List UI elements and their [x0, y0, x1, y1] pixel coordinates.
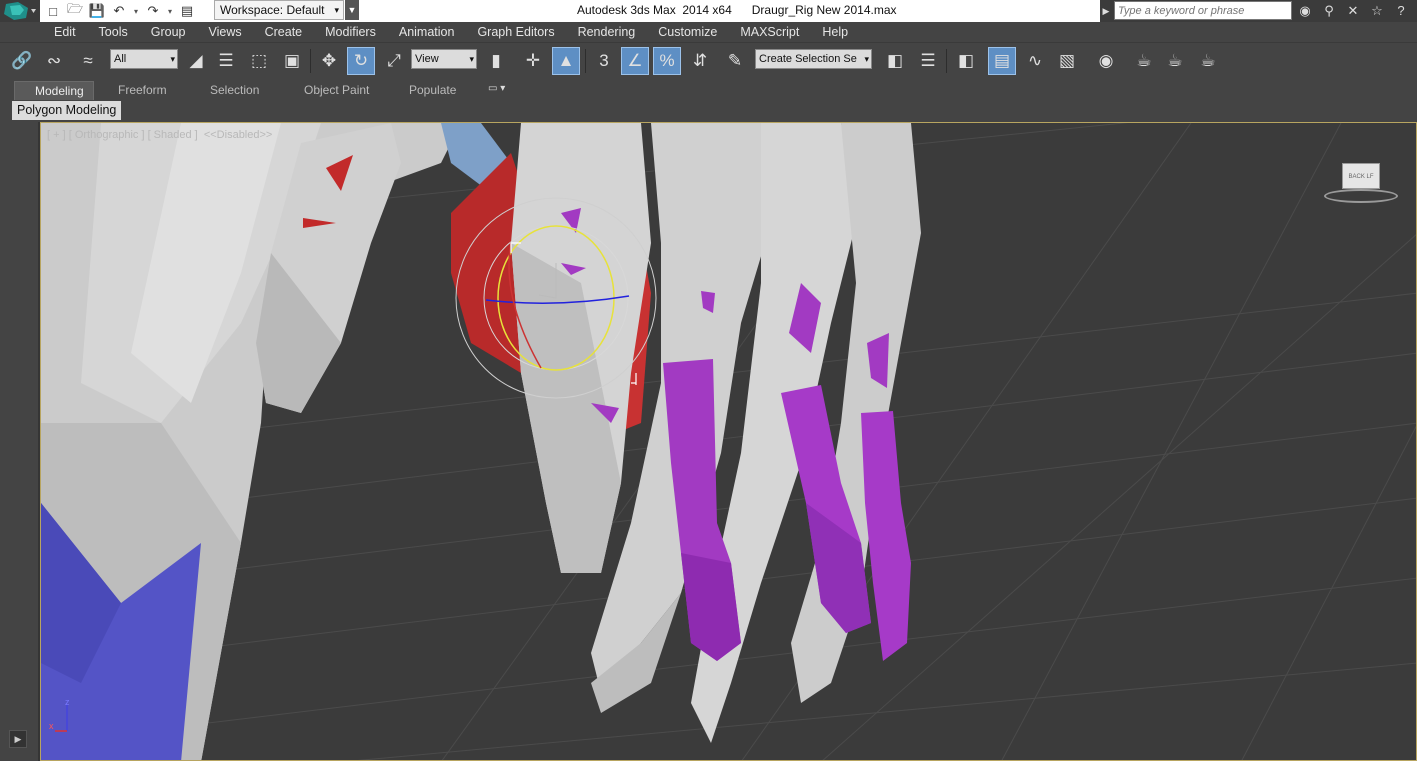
- select-and-link-icon[interactable]: 🔗: [8, 47, 36, 75]
- main-toolbar: 🔗 ∾ ≈ All ▾ ◢ ☰ ⬚ ▣ ✥ ↻ ⤢ View ▾ ▮ ✛ ▲ 3…: [0, 42, 1417, 80]
- menu-tools[interactable]: Tools: [99, 25, 128, 39]
- render-production-icon[interactable]: ☕: [1194, 47, 1222, 75]
- tools-icon[interactable]: ✕: [1344, 2, 1362, 20]
- redo-icon[interactable]: ↷: [144, 2, 162, 20]
- select-and-rotate-icon[interactable]: ↻: [347, 47, 375, 75]
- quick-access-menu-icon[interactable]: ▼: [345, 0, 359, 20]
- chevron-down-icon: ▾: [469, 54, 474, 64]
- axis-z-label: z: [65, 697, 70, 707]
- search-input[interactable]: [1114, 1, 1292, 20]
- snap-number: 3: [599, 51, 609, 70]
- axis-x-label: x: [49, 721, 54, 731]
- favorites-star-icon[interactable]: ☆: [1368, 2, 1386, 20]
- selection-filter-value: All: [114, 53, 127, 65]
- expand-arrow-icon[interactable]: ▶: [9, 730, 27, 748]
- title-bar: □ 🗁 💾 ↶ ▾ ↷ ▾ ▤ Workspace: Default ▾ ▼ A…: [0, 0, 1417, 22]
- left-strip: ▶: [0, 122, 40, 761]
- window-title: Autodesk 3ds Max 2014 x64 Draugr_Rig New…: [577, 3, 897, 17]
- keyboard-shortcut-override-icon[interactable]: ▲: [552, 47, 580, 75]
- help-icon[interactable]: ?: [1392, 2, 1410, 20]
- tab-populate[interactable]: Populate: [400, 81, 480, 100]
- rectangular-selection-icon[interactable]: ⬚: [245, 47, 273, 75]
- save-icon[interactable]: 💾: [88, 2, 106, 20]
- undo-icon[interactable]: ↶: [110, 2, 128, 20]
- communication-center-icon[interactable]: ⚲: [1320, 2, 1338, 20]
- schematic-view-icon[interactable]: ▧: [1053, 47, 1081, 75]
- menu-group[interactable]: Group: [151, 25, 186, 39]
- 3ds-max-logo-icon: [4, 2, 36, 20]
- ribbon-tabs: Modeling Freeform Selection Object Paint…: [14, 81, 480, 100]
- align-icon[interactable]: ☰: [914, 47, 942, 75]
- selection-filter-dropdown[interactable]: All ▾: [110, 49, 178, 69]
- window-crossing-icon[interactable]: ▣: [278, 47, 306, 75]
- new-file-icon[interactable]: □: [44, 2, 62, 20]
- ribbon-options-icon[interactable]: ▭ ▾: [488, 83, 514, 97]
- undo-dropdown-icon[interactable]: ▾: [132, 7, 140, 16]
- chevron-down-icon: ▾: [170, 54, 175, 64]
- select-object-icon[interactable]: ◢: [182, 47, 210, 75]
- workspace-dropdown[interactable]: Workspace: Default ▾: [214, 0, 344, 20]
- app-menu-button[interactable]: [0, 0, 40, 22]
- tab-modeling[interactable]: Modeling: [14, 81, 94, 100]
- tab-freeform[interactable]: Freeform: [94, 81, 198, 100]
- chevron-down-icon: ▾: [864, 54, 869, 64]
- menu-views[interactable]: Views: [208, 25, 241, 39]
- menu-modifiers[interactable]: Modifiers: [325, 25, 376, 39]
- menu-edit[interactable]: Edit: [54, 25, 76, 39]
- reference-coordinate-value: View: [415, 53, 439, 65]
- collapse-arrow-icon[interactable]: ▶: [1100, 0, 1112, 22]
- rendered-frame-window-icon[interactable]: ☕: [1161, 47, 1189, 75]
- axis-tripod: z x: [47, 697, 83, 737]
- polygon-modeling-panel[interactable]: Polygon Modeling: [12, 101, 122, 120]
- mirror-icon[interactable]: ◧: [881, 47, 909, 75]
- material-editor-icon[interactable]: ◉: [1092, 47, 1120, 75]
- quick-access-toolbar: □ 🗁 💾 ↶ ▾ ↷ ▾ ▤: [44, 0, 196, 22]
- chevron-down-icon: ▾: [334, 5, 339, 15]
- layer-manager-icon[interactable]: ◧: [952, 47, 980, 75]
- binoculars-icon[interactable]: ◉: [1296, 2, 1314, 20]
- viewcube-face[interactable]: BACK LF: [1342, 163, 1380, 189]
- snaps-toggle-icon[interactable]: 3: [590, 47, 618, 75]
- ribbon-panel: Polygon Modeling: [0, 100, 1417, 122]
- named-selection-placeholder: Create Selection Se: [759, 53, 857, 65]
- angle-snap-icon[interactable]: ∠: [621, 47, 649, 75]
- menu-bar: Edit Tools Group Views Create Modifiers …: [0, 22, 1417, 42]
- infocenter: ▶ ◉ ⚲ ✕ ☆ ?: [1100, 0, 1417, 22]
- menu-create[interactable]: Create: [265, 25, 303, 39]
- open-file-icon[interactable]: 🗁: [66, 1, 84, 20]
- viewcube[interactable]: BACK LF: [1324, 163, 1398, 207]
- viewport-label[interactable]: [ + ] [ Orthographic ] [ Shaded ] <<Disa…: [47, 129, 272, 141]
- menu-rendering[interactable]: Rendering: [578, 25, 636, 39]
- viewcube-compass[interactable]: [1324, 189, 1398, 203]
- curve-editor-icon[interactable]: ∿: [1021, 47, 1049, 75]
- spinner-snap-icon[interactable]: ⇵: [686, 47, 714, 75]
- project-folder-icon[interactable]: ▤: [178, 2, 196, 20]
- select-and-manipulate-icon[interactable]: ✛: [519, 47, 547, 75]
- select-and-scale-icon[interactable]: ⤢: [380, 47, 408, 75]
- percent-snap-icon[interactable]: %: [653, 47, 681, 75]
- reference-coordinate-dropdown[interactable]: View ▾: [411, 49, 477, 69]
- scene-render: [41, 123, 1416, 760]
- menu-customize[interactable]: Customize: [658, 25, 717, 39]
- workspace-label: Workspace: Default: [220, 3, 325, 17]
- menu-maxscript[interactable]: MAXScript: [740, 25, 799, 39]
- bind-to-space-warp-icon[interactable]: ≈: [74, 47, 102, 75]
- named-selection-dropdown[interactable]: Create Selection Se ▾: [755, 49, 872, 69]
- menu-help[interactable]: Help: [822, 25, 848, 39]
- render-setup-icon[interactable]: ☕: [1130, 47, 1158, 75]
- ribbon: Modeling Freeform Selection Object Paint…: [0, 80, 1417, 100]
- menu-graph-editors[interactable]: Graph Editors: [477, 25, 554, 39]
- viewport-orthographic[interactable]: [ + ] [ Orthographic ] [ Shaded ] <<Disa…: [40, 122, 1417, 761]
- pivot-center-icon[interactable]: ▮: [482, 47, 510, 75]
- tab-object-paint[interactable]: Object Paint: [290, 81, 400, 100]
- edit-named-selection-icon[interactable]: ✎: [721, 47, 749, 75]
- tab-selection[interactable]: Selection: [198, 81, 290, 100]
- select-and-move-icon[interactable]: ✥: [315, 47, 343, 75]
- unlink-icon[interactable]: ∾: [40, 47, 68, 75]
- redo-dropdown-icon[interactable]: ▾: [166, 7, 174, 16]
- select-by-name-icon[interactable]: ☰: [212, 47, 240, 75]
- scene-explorer-icon[interactable]: ▤: [988, 47, 1016, 75]
- menu-animation[interactable]: Animation: [399, 25, 455, 39]
